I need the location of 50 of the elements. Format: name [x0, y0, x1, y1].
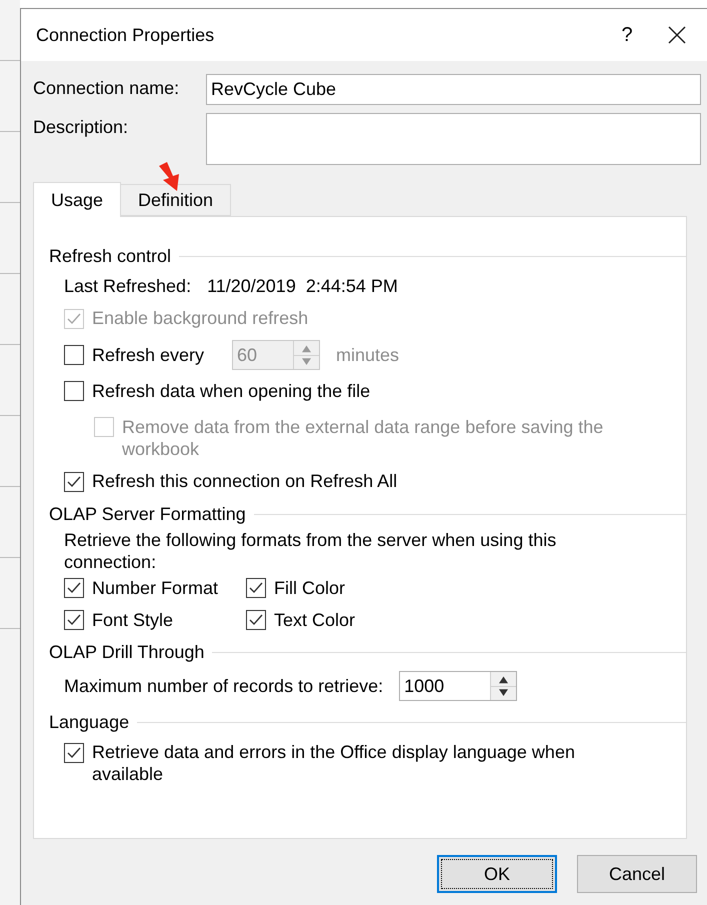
- section-title: Language: [49, 711, 130, 733]
- checkbox[interactable]: [246, 610, 266, 630]
- checkbox[interactable]: [64, 610, 84, 630]
- checkbox-label: Number Format: [92, 577, 218, 599]
- field-label: Maximum number of records to retrieve:: [64, 675, 384, 697]
- close-icon: [668, 26, 686, 44]
- checkbox[interactable]: [64, 472, 84, 492]
- field-label: Connection name:: [33, 77, 180, 99]
- checkbox-label: Fill Color: [274, 577, 346, 599]
- field-label: Description:: [33, 116, 130, 138]
- window-title: Connection Properties: [36, 24, 216, 46]
- section-title: OLAP Drill Through: [49, 641, 204, 663]
- description-field[interactable]: [206, 113, 701, 165]
- info-value: 11/20/2019 2:44:54 PM: [207, 275, 398, 297]
- tab[interactable]: Definition: [120, 184, 232, 216]
- checkbox-label: Enable background refresh: [92, 307, 308, 329]
- checkbox[interactable]: [64, 345, 84, 365]
- help-button[interactable]: ?: [607, 15, 647, 55]
- check-icon: [67, 582, 81, 594]
- unit-label: minutes: [336, 344, 400, 366]
- check-icon: [67, 614, 81, 626]
- checkbox[interactable]: [64, 578, 84, 598]
- check-icon: [249, 582, 263, 594]
- checkbox-label: Refresh every: [92, 344, 206, 366]
- check-icon: [67, 313, 81, 325]
- cancel-button[interactable]: Cancel: [577, 855, 697, 893]
- info-label: Last Refreshed:: [64, 275, 192, 297]
- check-icon: [67, 747, 81, 759]
- instruction-text: Retrieve the following formats from the server when using this connection:: [64, 529, 558, 573]
- check-icon: [67, 476, 81, 488]
- number-value: 60: [236, 344, 258, 367]
- number-value: 1000: [403, 675, 446, 698]
- checkbox-label: Text Color: [274, 609, 356, 631]
- tab[interactable]: Usage: [33, 182, 122, 217]
- checkbox-label: Refresh this connection on Refresh All: [92, 470, 398, 492]
- checkbox-label: Remove data from the external data range before saving the workbook: [122, 416, 604, 460]
- section-title: Refresh control: [49, 245, 172, 267]
- checkbox-label: Font Style: [92, 609, 174, 631]
- check-icon: [249, 614, 263, 626]
- section-title: OLAP Server Formatting: [49, 503, 246, 525]
- arrow-icon: [157, 162, 181, 192]
- name-field[interactable]: RevCycle Cube: [206, 74, 701, 105]
- spin-buttons[interactable]: [490, 672, 516, 700]
- checkbox[interactable]: [64, 743, 84, 763]
- number-field[interactable]: 1000: [399, 671, 518, 701]
- ok-button[interactable]: OK: [437, 855, 557, 893]
- checkbox[interactable]: [246, 578, 266, 598]
- checkbox[interactable]: [64, 381, 84, 401]
- checkbox-label: Refresh data when opening the file: [92, 380, 370, 402]
- checkbox-label: Retrieve data and errors in the Office display language when available: [92, 741, 576, 785]
